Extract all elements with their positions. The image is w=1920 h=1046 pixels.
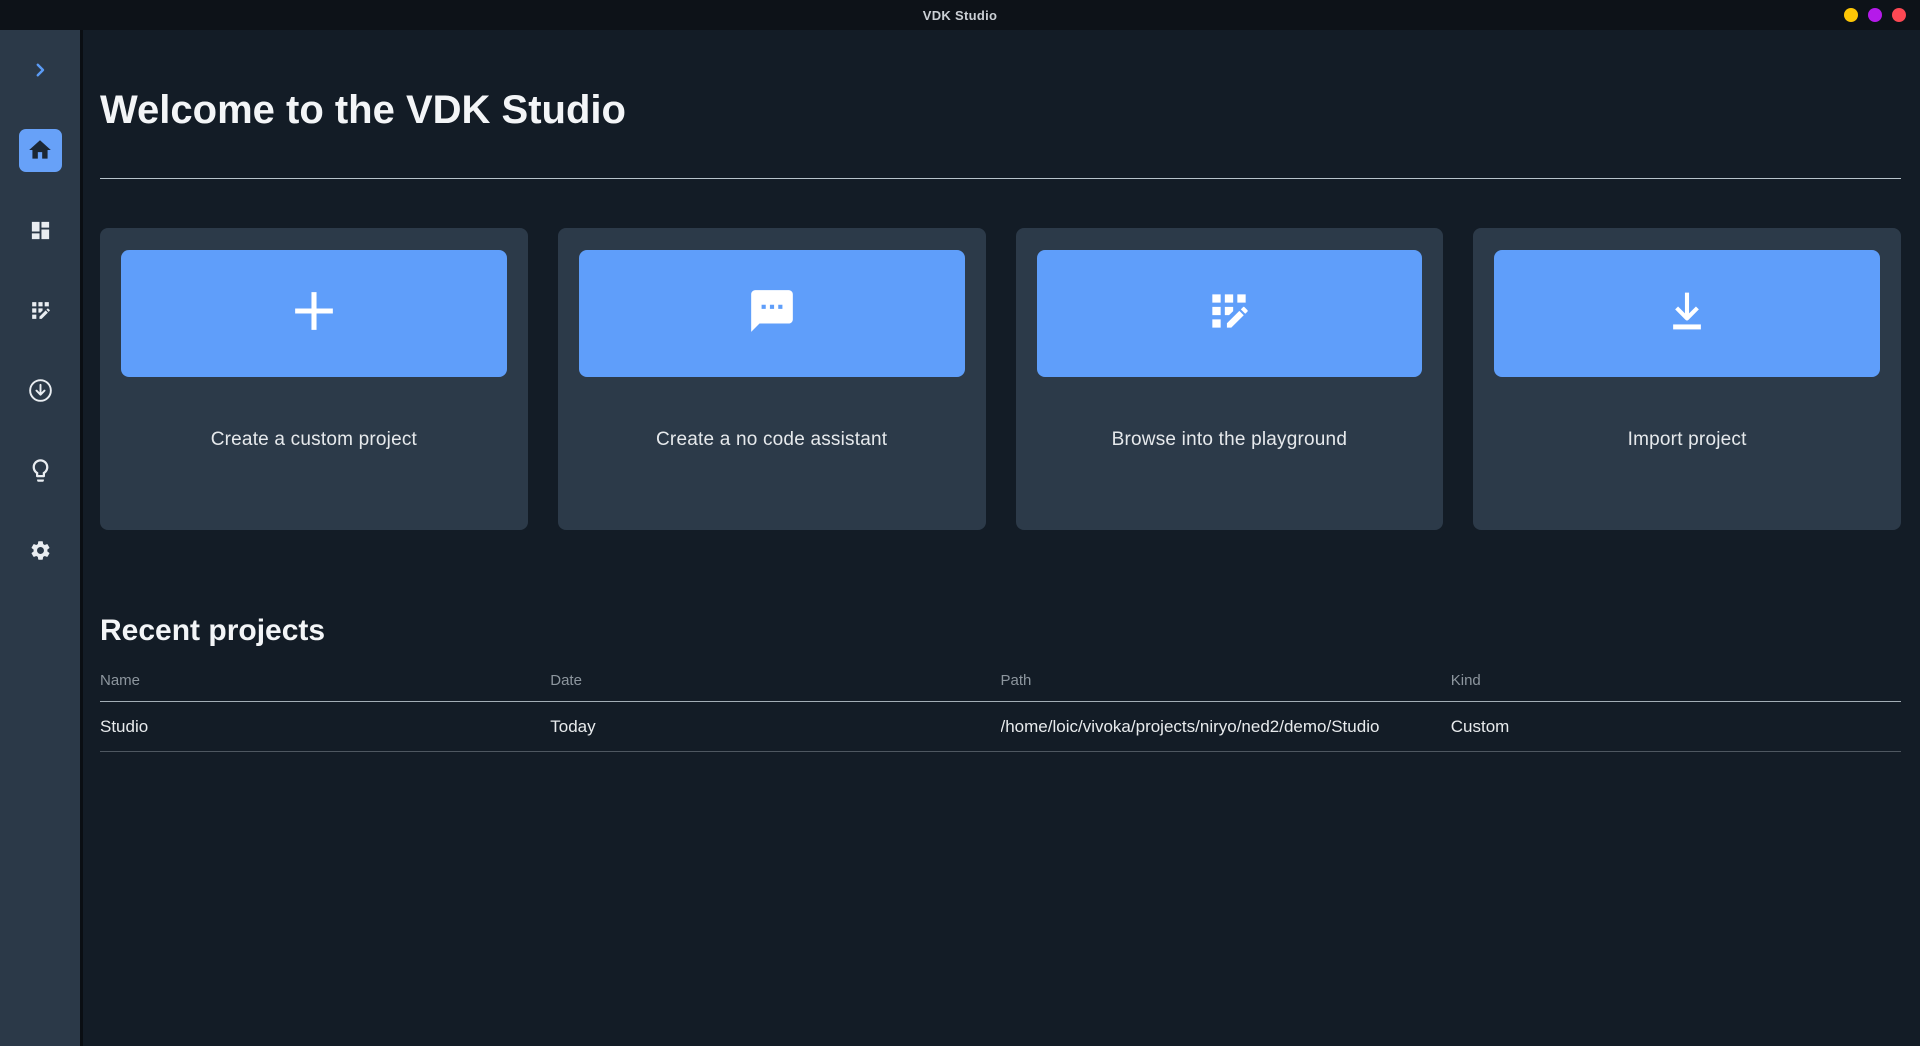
plus-icon — [285, 282, 343, 345]
chevron-right-icon — [31, 61, 49, 79]
table-header-row: Name Date Path Kind — [100, 658, 1901, 702]
create-no-code-assistant-button[interactable] — [578, 250, 965, 377]
import-project-button[interactable] — [1494, 250, 1880, 377]
recent-projects-title: Recent projects — [100, 614, 326, 647]
row-path-cell: /home/loic/vivoka/projects/niryo/ned2/de… — [1000, 716, 1380, 736]
sidebar-item-tips[interactable] — [0, 430, 80, 510]
card-browse-playground[interactable]: Browse into the playground — [1015, 228, 1444, 530]
download-circle-icon — [27, 377, 54, 404]
sidebar-expand-button[interactable] — [0, 30, 80, 110]
window-controls — [1844, 8, 1906, 22]
row-date-cell: Today — [550, 716, 596, 736]
sidebar — [0, 30, 83, 1046]
dashboard-icon — [29, 219, 52, 242]
sidebar-item-dashboard[interactable] — [0, 190, 80, 270]
app-registration-icon — [1204, 286, 1254, 341]
row-kind-cell: Custom — [1450, 716, 1510, 736]
main-content: Welcome to the VDK Studio Create a custo… — [83, 30, 1920, 1046]
sidebar-item-home[interactable] — [0, 110, 80, 190]
column-header-date: Date — [550, 672, 582, 689]
page-title: Welcome to the VDK Studio — [100, 88, 626, 132]
heading-divider — [100, 178, 1901, 179]
card-label: Import project — [1627, 429, 1747, 450]
window-title: VDK Studio — [922, 7, 998, 23]
home-icon — [18, 128, 62, 172]
chat-icon — [747, 286, 797, 341]
recent-projects-table: Name Date Path Kind Studio Today /home/l… — [100, 658, 1901, 752]
column-header-path: Path — [1000, 672, 1032, 689]
card-label: Browse into the playground — [1111, 429, 1348, 450]
window-dot-red-icon[interactable] — [1892, 8, 1906, 22]
card-create-custom-project[interactable]: Create a custom project — [100, 228, 528, 530]
app-registration-icon — [28, 298, 53, 323]
sidebar-item-settings[interactable] — [0, 510, 80, 590]
sidebar-item-playground[interactable] — [0, 270, 80, 350]
lightbulb-icon — [27, 457, 54, 484]
card-create-no-code-assistant[interactable]: Create a no code assistant — [557, 228, 986, 530]
browse-playground-button[interactable] — [1036, 250, 1423, 377]
action-cards: Create a custom project Create a no code… — [100, 228, 1901, 530]
card-import-project[interactable]: Import project — [1473, 228, 1901, 530]
create-custom-project-button[interactable] — [121, 250, 507, 377]
sidebar-item-import[interactable] — [0, 350, 80, 430]
row-name-cell: Studio — [100, 716, 149, 736]
app-frame: Welcome to the VDK Studio Create a custo… — [0, 30, 1920, 1046]
window-dot-yellow-icon[interactable] — [1844, 8, 1858, 22]
title-bar: VDK Studio — [0, 0, 1920, 30]
window-dot-purple-icon[interactable] — [1868, 8, 1882, 22]
column-header-name: Name — [100, 672, 141, 689]
download-icon — [1661, 285, 1713, 342]
card-label: Create a no code assistant — [656, 429, 888, 450]
column-header-kind: Kind — [1450, 672, 1481, 689]
card-label: Create a custom project — [210, 429, 418, 450]
table-row[interactable]: Studio Today /home/loic/vivoka/projects/… — [100, 702, 1901, 752]
settings-gear-icon — [29, 539, 52, 562]
